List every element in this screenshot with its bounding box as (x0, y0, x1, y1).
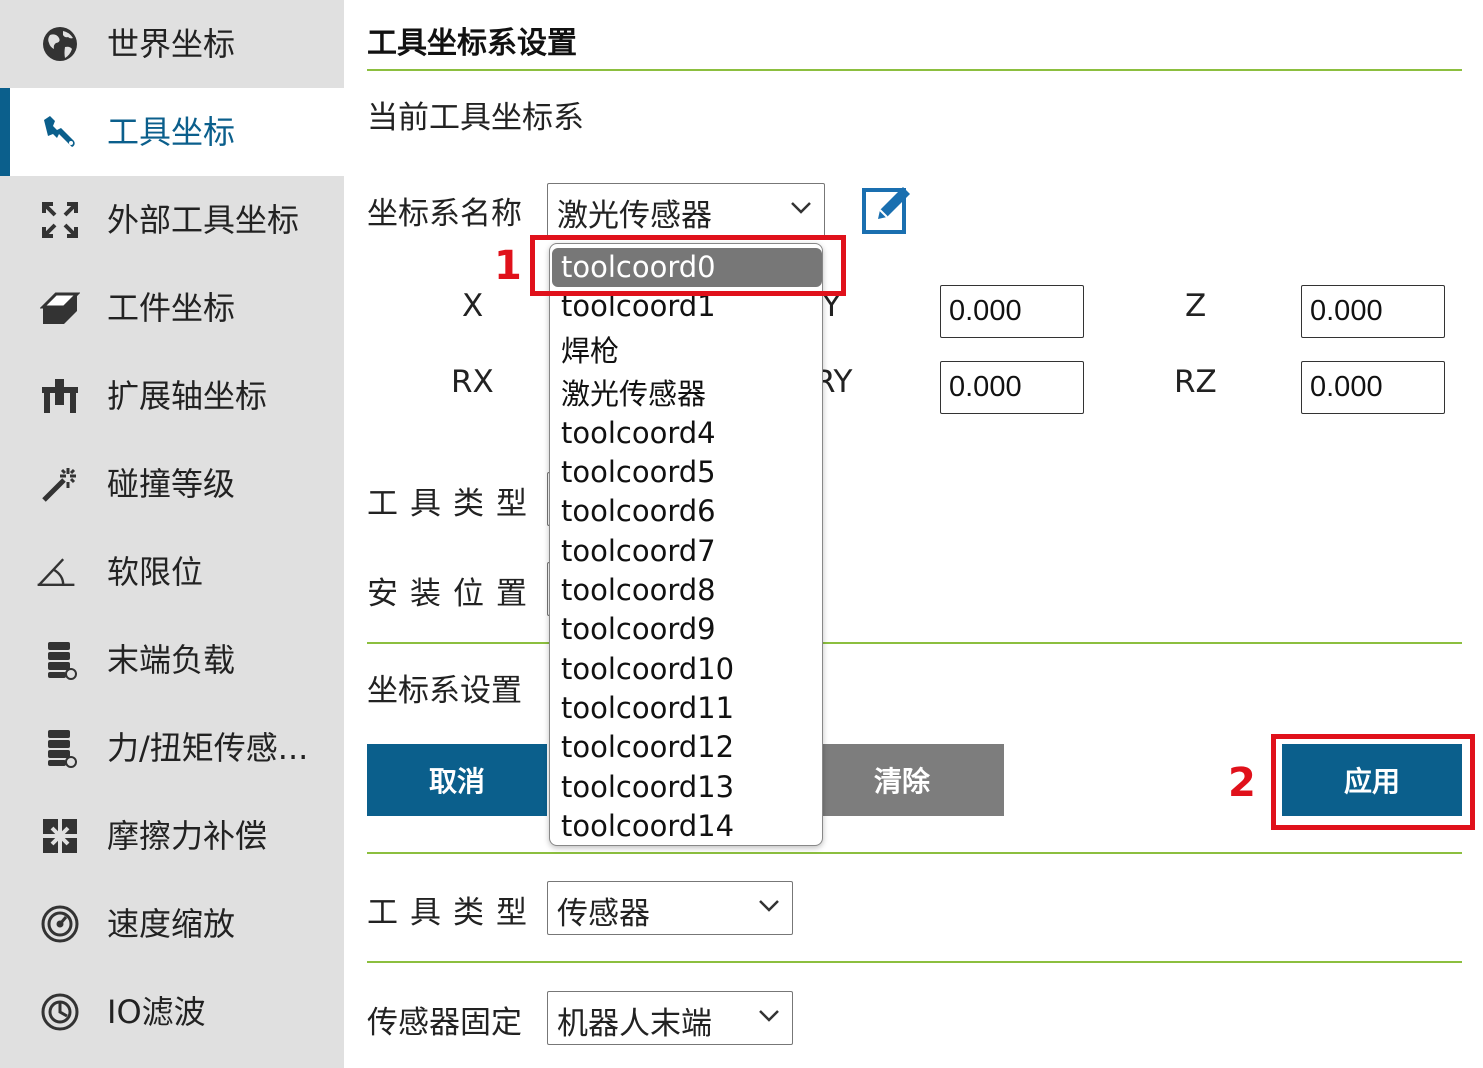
linear-axis-icon (40, 376, 80, 416)
io-filter-icon (40, 992, 80, 1032)
sidebar-item-label: 外部工具坐标 (107, 201, 300, 239)
divider (367, 69, 1462, 71)
dropdown-option[interactable]: toolcoord4 (552, 414, 822, 453)
sensor-fixed-value: 机器人末端 (557, 1006, 712, 1042)
dropdown-option[interactable]: toolcoord12 (552, 728, 822, 767)
coord-name-label: 坐标系名称 (367, 196, 522, 232)
sidebar-item-label: 力/扭矩传感... (107, 729, 309, 767)
sidebar-item-label: 末端负载 (107, 641, 236, 679)
clear-button[interactable]: 清除 (800, 744, 1004, 816)
sidebar-item-label: 工件坐标 (107, 289, 236, 327)
apply-button[interactable]: 应用 (1282, 744, 1462, 816)
page-title: 工具坐标系设置 (367, 26, 577, 61)
sidebar: 世界坐标 工具坐标 外部工具坐标 工件坐标 扩展轴坐标 碰撞等级 软限位 末端负… (0, 0, 344, 1068)
z-input[interactable] (1301, 285, 1445, 338)
sidebar-item-force-torque-sensor[interactable]: 力/扭矩传感... (0, 704, 344, 792)
payload-stack-icon (40, 640, 80, 680)
magic-wand-icon (40, 464, 80, 504)
dropdown-option[interactable]: toolcoord6 (552, 492, 822, 531)
friction-grid-icon (40, 816, 80, 856)
rz-input[interactable] (1301, 361, 1445, 414)
dropdown-option[interactable]: 激光传感器 (552, 375, 822, 414)
angle-limit-icon (36, 552, 76, 592)
sidebar-item-label: 速度缩放 (107, 905, 236, 943)
force-sensor-icon (40, 728, 80, 768)
z-label: Z (1185, 288, 1207, 324)
x-label: X (462, 288, 484, 324)
dropdown-option[interactable]: toolcoord8 (552, 571, 822, 610)
tool-type-2-label: 工具类型 (367, 895, 539, 931)
sidebar-item-ext-axis-coord[interactable]: 扩展轴坐标 (0, 352, 344, 440)
dropdown-option[interactable]: toolcoord5 (552, 453, 822, 492)
divider (367, 642, 1462, 644)
coord-name-value: 激光传感器 (557, 198, 712, 234)
sidebar-item-collision-level[interactable]: 碰撞等级 (0, 440, 344, 528)
dropdown-option[interactable]: 焊枪 (552, 332, 822, 371)
sidebar-item-label: 碰撞等级 (107, 465, 236, 503)
sidebar-item-label: 扩展轴坐标 (107, 377, 268, 415)
y-label: Y (822, 288, 841, 324)
eraser-block-icon (40, 288, 80, 328)
coord-name-select[interactable]: 激光传感器 (547, 183, 825, 237)
sensor-fixed-label: 传感器固定 (367, 1005, 522, 1041)
sidebar-item-external-tool-coord[interactable]: 外部工具坐标 (0, 176, 344, 264)
sidebar-item-soft-limit[interactable]: 软限位 (0, 528, 344, 616)
dropdown-option[interactable]: toolcoord14 (552, 807, 822, 845)
rx-label: RX (451, 364, 494, 400)
y-input[interactable] (940, 285, 1084, 338)
sidebar-item-speed-scaling[interactable]: 速度缩放 (0, 880, 344, 968)
chevron-down-icon (758, 898, 780, 917)
sidebar-item-workpiece-coord[interactable]: 工件坐标 (0, 264, 344, 352)
sidebar-item-friction-compensation[interactable]: 摩擦力补偿 (0, 792, 344, 880)
coord-setting-label: 坐标系设置 (367, 673, 522, 709)
dropdown-option[interactable]: toolcoord11 (552, 689, 822, 728)
expand-arrows-icon (40, 200, 80, 240)
coord-name-dropdown-list[interactable]: toolcoord0 toolcoord1 焊枪 激光传感器 toolcoord… (549, 243, 823, 846)
dropdown-option[interactable]: toolcoord9 (552, 610, 822, 649)
wrench-icon (40, 112, 80, 152)
sidebar-item-label: IO滤波 (107, 993, 206, 1031)
install-position-label: 安装位置 (367, 576, 539, 612)
sidebar-item-label: 世界坐标 (107, 25, 236, 63)
tool-type-2-select[interactable]: 传感器 (547, 881, 793, 935)
sidebar-item-tool-coord[interactable]: 工具坐标 (0, 88, 344, 176)
annotation-marker-2: 2 (1228, 760, 1256, 806)
sidebar-item-end-payload[interactable]: 末端负载 (0, 616, 344, 704)
dropdown-option[interactable]: toolcoord0 (552, 248, 822, 287)
rz-label: RZ (1174, 364, 1217, 400)
ry-input[interactable] (940, 361, 1084, 414)
divider (367, 961, 1462, 963)
sidebar-item-label: 工具坐标 (107, 113, 236, 151)
globe-icon (40, 24, 80, 64)
sidebar-item-io-filter[interactable]: IO滤波 (0, 968, 344, 1056)
divider (367, 852, 1462, 854)
sidebar-item-label: 软限位 (107, 553, 204, 591)
chevron-down-icon (790, 200, 812, 219)
main-panel: 工具坐标系设置 当前工具坐标系 坐标系名称 激光传感器 X Y Z RX RY … (344, 0, 1483, 1068)
sensor-fixed-select[interactable]: 机器人末端 (547, 991, 793, 1045)
tool-type-2-value: 传感器 (557, 896, 650, 932)
sidebar-item-world-coord[interactable]: 世界坐标 (0, 0, 344, 88)
edit-icon[interactable] (861, 182, 915, 236)
speedometer-icon (40, 904, 80, 944)
sidebar-item-label: 摩擦力补偿 (107, 817, 268, 855)
dropdown-option[interactable]: toolcoord10 (552, 650, 822, 689)
dropdown-option[interactable]: toolcoord7 (552, 532, 822, 571)
tool-type-label: 工具类型 (367, 486, 539, 522)
dropdown-option[interactable]: toolcoord1 (552, 287, 822, 326)
cancel-button[interactable]: 取消 (367, 744, 547, 816)
annotation-marker-1: 1 (494, 243, 522, 289)
current-tool-coord-label: 当前工具坐标系 (367, 100, 584, 136)
chevron-down-icon (758, 1008, 780, 1027)
dropdown-option[interactable]: toolcoord13 (552, 768, 822, 807)
